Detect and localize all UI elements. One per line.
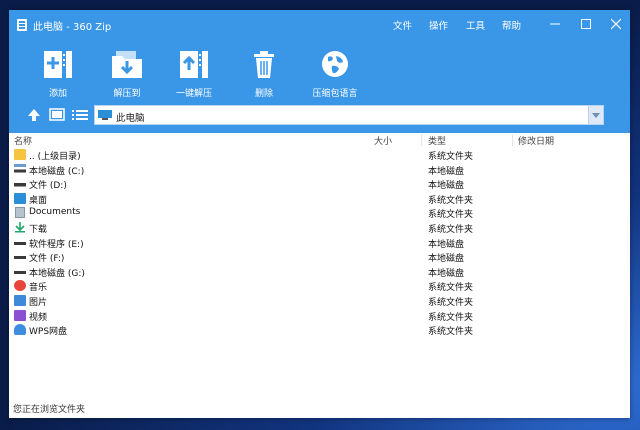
item-type: 系统文件夹 bbox=[428, 327, 474, 338]
title-bar: 此电脑 - 360 Zip 文件 操作 工具 帮助 添加 解压到 一键解压 删除… bbox=[9, 10, 630, 133]
music-icon bbox=[14, 280, 26, 292]
item-name: 本地磁盘 (G:) bbox=[29, 268, 85, 279]
up-arrow-icon[interactable] bbox=[27, 108, 43, 122]
list-item[interactable]: Documents 系统文件夹 bbox=[9, 206, 630, 221]
desktop-icon bbox=[14, 192, 26, 204]
menu-help[interactable]: 帮助 bbox=[502, 18, 521, 32]
system-drive-icon bbox=[14, 163, 26, 175]
list-item[interactable]: 软件程序 (E:) 本地磁盘 bbox=[9, 236, 630, 251]
address-dropdown-button[interactable] bbox=[588, 106, 603, 124]
drive-icon bbox=[14, 236, 26, 248]
quick-extract-label: 一键解压 bbox=[175, 89, 212, 99]
app-logo-icon bbox=[17, 19, 27, 31]
minimize-button[interactable] bbox=[547, 16, 563, 32]
item-type: 系统文件夹 bbox=[428, 312, 474, 323]
item-name: 图片 bbox=[29, 297, 48, 308]
archive-language-button[interactable]: 压缩包语言 bbox=[305, 48, 365, 99]
item-name: 文件 (D:) bbox=[29, 181, 67, 192]
item-type: 系统文件夹 bbox=[428, 297, 474, 308]
item-name: 音乐 bbox=[29, 283, 48, 294]
menu-file[interactable]: 文件 bbox=[393, 18, 412, 32]
item-name: 下载 bbox=[29, 224, 48, 235]
item-type: 本地磁盘 bbox=[428, 268, 465, 279]
extract-to-button[interactable]: 解压到 bbox=[97, 48, 157, 99]
item-type: 系统文件夹 bbox=[428, 283, 474, 294]
list-item[interactable]: 本地磁盘 (G:) 本地磁盘 bbox=[9, 265, 630, 280]
list-item[interactable]: 本地磁盘 (C:) 本地磁盘 bbox=[9, 163, 630, 178]
list-item[interactable]: 图片 系统文件夹 bbox=[9, 294, 630, 309]
list-item[interactable]: 下载 系统文件夹 bbox=[9, 221, 630, 236]
drive-icon bbox=[14, 265, 26, 277]
archive-language-label: 压缩包语言 bbox=[312, 89, 358, 99]
item-type: 系统文件夹 bbox=[428, 195, 474, 206]
status-bar-text: 您正在浏览文件夹 bbox=[13, 405, 86, 415]
file-list: .. (上级目录) 系统文件夹 本地磁盘 (C:) 本地磁盘 文件 (D:) 本地磁盘… bbox=[9, 148, 630, 338]
item-type: 系统文件夹 bbox=[428, 152, 474, 162]
minimize-icon bbox=[550, 23, 560, 25]
computer-icon bbox=[98, 110, 112, 120]
column-type[interactable]: 类型 bbox=[428, 134, 446, 147]
item-type: 本地磁盘 bbox=[428, 254, 465, 265]
column-name[interactable]: 名称 bbox=[14, 134, 32, 147]
add-button[interactable]: 添加 bbox=[28, 48, 88, 99]
delete-button[interactable]: 删除 bbox=[234, 48, 294, 99]
add-label: 添加 bbox=[48, 89, 67, 99]
drive-icon bbox=[14, 178, 26, 190]
window-title: 此电脑 - 360 Zip bbox=[33, 22, 112, 33]
maximize-button[interactable] bbox=[578, 16, 594, 32]
quick-extract-button[interactable]: 一键解压 bbox=[164, 48, 224, 99]
documents-icon bbox=[15, 207, 25, 219]
item-name: 桌面 bbox=[29, 195, 48, 206]
extract-to-label: 解压到 bbox=[113, 89, 141, 99]
globe-icon bbox=[322, 51, 348, 77]
item-name: 本地磁盘 (C:) bbox=[29, 166, 85, 177]
item-name: 视频 bbox=[29, 312, 48, 323]
video-icon bbox=[14, 309, 26, 321]
pictures-icon bbox=[14, 294, 26, 306]
list-item[interactable]: .. (上级目录) 系统文件夹 bbox=[9, 148, 630, 163]
download-icon bbox=[14, 221, 26, 233]
maximize-icon bbox=[581, 19, 591, 29]
menu-operate[interactable]: 操作 bbox=[429, 18, 448, 32]
column-modified[interactable]: 修改日期 bbox=[518, 134, 554, 147]
close-button[interactable] bbox=[608, 16, 624, 32]
list-item[interactable]: 文件 (D:) 本地磁盘 bbox=[9, 177, 630, 192]
delete-label: 删除 bbox=[254, 89, 273, 99]
drive-icon bbox=[14, 251, 26, 263]
column-size[interactable]: 大小 bbox=[374, 134, 392, 147]
item-type: 系统文件夹 bbox=[428, 224, 474, 235]
cloud-icon bbox=[14, 324, 26, 336]
extract-to-icon bbox=[112, 51, 142, 78]
quick-extract-icon bbox=[180, 51, 208, 78]
close-icon bbox=[610, 18, 622, 30]
list-item[interactable]: WPS网盘 系统文件夹 bbox=[9, 323, 630, 338]
list-item[interactable]: 文件 (F:) 本地磁盘 bbox=[9, 250, 630, 265]
address-bar[interactable]: 此电脑 bbox=[94, 105, 604, 125]
folder-up-icon bbox=[14, 149, 26, 160]
column-divider[interactable] bbox=[421, 134, 422, 146]
thumbnail-view-icon[interactable] bbox=[49, 108, 65, 122]
item-name: WPS网盘 bbox=[29, 327, 68, 338]
add-archive-icon bbox=[44, 51, 72, 78]
app-window: 此电脑 - 360 Zip 文件 操作 工具 帮助 添加 解压到 一键解压 删除… bbox=[9, 10, 630, 418]
list-item[interactable]: 音乐 系统文件夹 bbox=[9, 279, 630, 294]
item-type: 系统文件夹 bbox=[428, 210, 474, 221]
item-name: 文件 (F:) bbox=[29, 254, 65, 265]
item-name: 软件程序 (E:) bbox=[29, 239, 84, 250]
item-type: 本地磁盘 bbox=[428, 239, 465, 250]
address-path: 此电脑 bbox=[116, 113, 145, 124]
list-item[interactable]: 桌面 系统文件夹 bbox=[9, 192, 630, 207]
list-view-icon[interactable] bbox=[72, 108, 88, 122]
trash-icon bbox=[254, 51, 274, 78]
item-type: 本地磁盘 bbox=[428, 181, 465, 192]
column-divider[interactable] bbox=[512, 134, 513, 146]
list-item[interactable]: 视频 系统文件夹 bbox=[9, 309, 630, 324]
item-type: 本地磁盘 bbox=[428, 166, 465, 177]
menu-tools[interactable]: 工具 bbox=[466, 18, 485, 32]
item-name: Documents bbox=[29, 207, 81, 218]
item-name: .. (上级目录) bbox=[29, 152, 81, 162]
